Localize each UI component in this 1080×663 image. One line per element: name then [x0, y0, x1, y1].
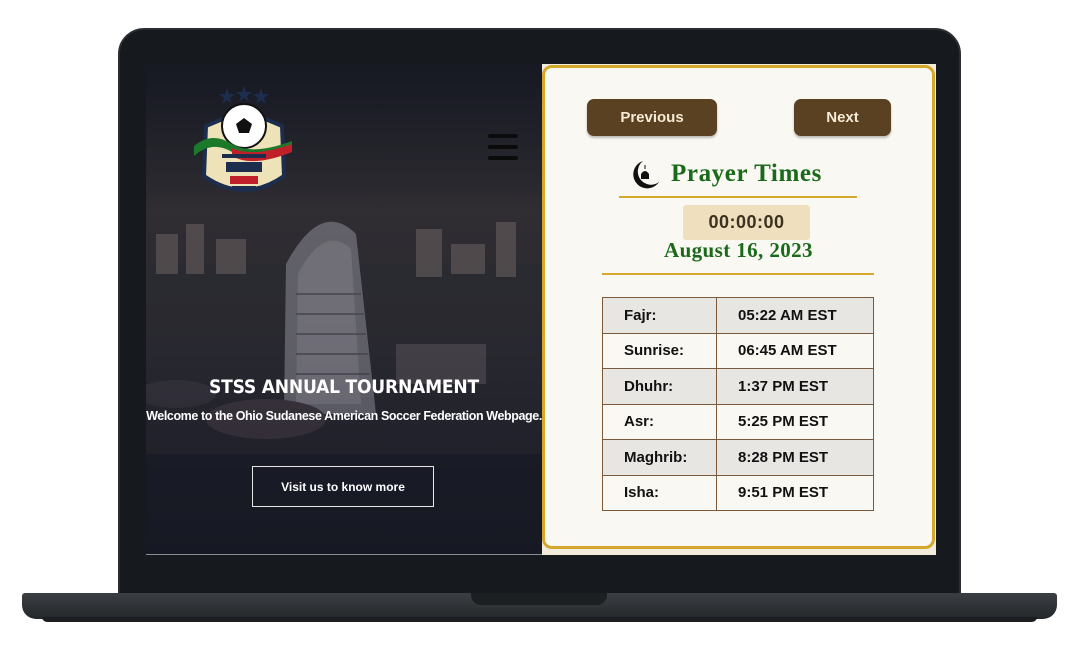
- laptop-mockup: STSS ANNUAL TOURNAMENT Welcome to the Oh…: [0, 0, 1080, 663]
- hero-title: STSS ANNUAL TOURNAMENT: [209, 376, 479, 398]
- date-divider: [602, 273, 874, 275]
- prayer-times-card: Previous Next Prayer Times 00:00:00 Augu…: [542, 65, 935, 549]
- table-row: Sunrise: 06:45 AM EST: [602, 332, 874, 369]
- table-row: Fajr: 05:22 AM EST: [602, 297, 874, 334]
- prayer-time: 5:25 PM EST: [716, 403, 874, 440]
- prayer-time: 8:28 PM EST: [716, 439, 874, 476]
- table-row: Maghrib: 8:28 PM EST: [602, 439, 874, 476]
- prayer-name: Asr:: [602, 403, 717, 440]
- hamburger-menu-icon[interactable]: [488, 134, 518, 160]
- laptop-screen: STSS ANNUAL TOURNAMENT Welcome to the Oh…: [146, 64, 936, 555]
- prayer-name: Isha:: [602, 474, 717, 511]
- next-button[interactable]: Next: [794, 99, 891, 136]
- prayer-time: 9:51 PM EST: [716, 474, 874, 511]
- title-divider: [619, 196, 857, 198]
- prayer-name: Dhuhr:: [602, 368, 717, 405]
- table-row: Isha: 9:51 PM EST: [602, 474, 874, 511]
- hero-section: STSS ANNUAL TOURNAMENT Welcome to the Oh…: [146, 64, 542, 555]
- laptop-base-shadow: [42, 617, 1037, 622]
- laptop-notch: [471, 593, 607, 605]
- hero-subtitle: Welcome to the Ohio Sudanese American So…: [146, 409, 542, 423]
- crescent-mosque-icon: [633, 161, 659, 189]
- table-row: Dhuhr: 1:37 PM EST: [602, 368, 874, 405]
- prayer-time: 06:45 AM EST: [716, 332, 874, 369]
- prayer-name: Maghrib:: [602, 439, 717, 476]
- current-date: August 16, 2023: [664, 238, 813, 262]
- prayer-time: 05:22 AM EST: [716, 297, 874, 334]
- prayer-time: 1:37 PM EST: [716, 368, 874, 405]
- prayer-times-table: Fajr: 05:22 AM EST Sunrise: 06:45 AM EST…: [602, 297, 874, 511]
- hero-divider: [146, 554, 542, 555]
- prayer-times-header: Prayer Times: [621, 156, 822, 192]
- prayer-name: Sunrise:: [602, 332, 717, 369]
- prayer-name: Fajr:: [602, 297, 717, 334]
- visit-us-button[interactable]: Visit us to know more: [252, 466, 434, 507]
- soccer-federation-logo: [194, 86, 292, 192]
- current-time-clock: 00:00:00: [683, 205, 810, 240]
- previous-button[interactable]: Previous: [587, 99, 717, 136]
- prayer-times-title: Prayer Times: [671, 160, 822, 187]
- table-row: Asr: 5:25 PM EST: [602, 403, 874, 440]
